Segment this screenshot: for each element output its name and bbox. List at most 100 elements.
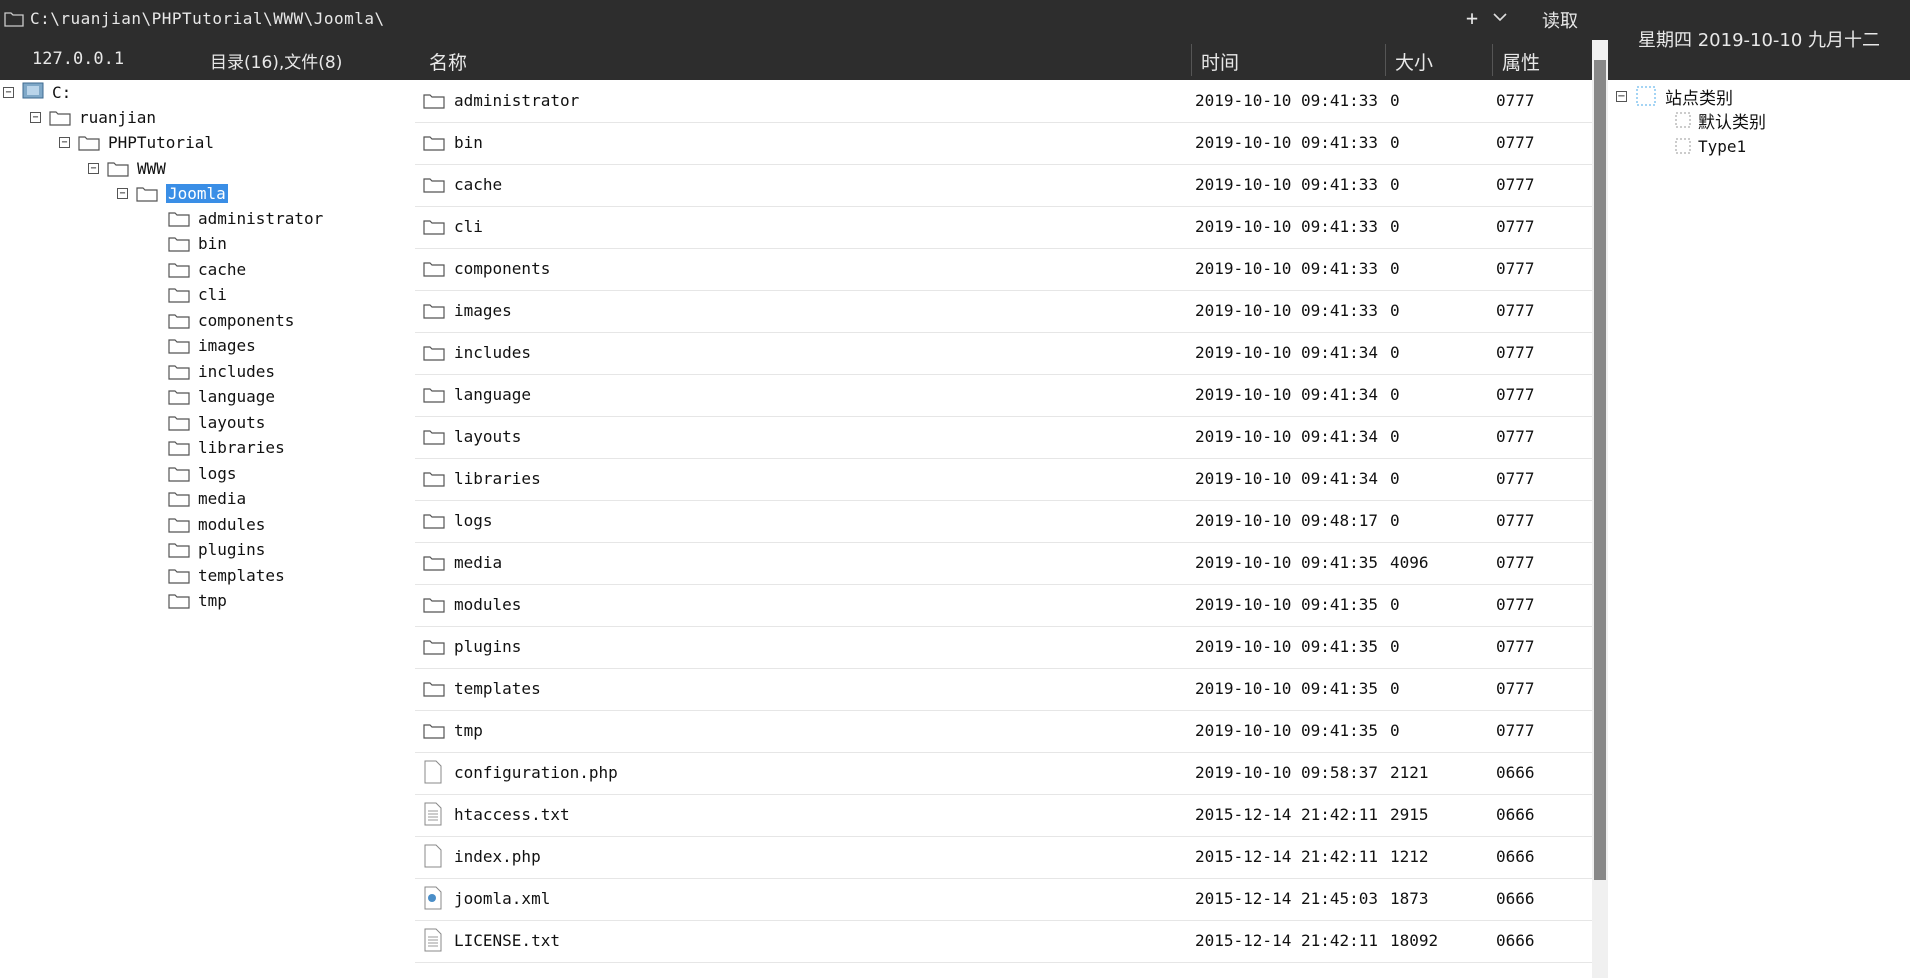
tree-node-layouts[interactable]: layouts [168,410,265,434]
tree-node-ruanjian[interactable]: − ruanjian [30,105,156,129]
tree-node-images[interactable]: images [168,334,256,358]
folder-icon [168,390,190,405]
file-row[interactable]: layouts 2019-10-10 09:41:34 0 0777 [415,416,1592,459]
file-row[interactable]: bin 2019-10-10 09:41:33 0 0777 [415,122,1592,165]
collapse-icon[interactable]: − [3,86,14,98]
site-tree-item[interactable]: Type1 [1674,134,1746,158]
file-size: 1873 [1390,889,1429,908]
file-attr: 0666 [1496,889,1535,908]
column-name[interactable]: 名称 [429,48,467,75]
host-address: 127.0.0.1 [32,49,125,69]
file-row[interactable]: index.php 2015-12-14 21:42:11 1212 0666 [415,836,1592,879]
file-row[interactable]: libraries 2019-10-10 09:41:34 0 0777 [415,458,1592,501]
file-row[interactable]: includes 2019-10-10 09:41:34 0 0777 [415,332,1592,375]
site-tree-root[interactable]: − 站点类别 [1616,84,1733,109]
folder-icon [168,364,190,380]
collapse-icon[interactable]: − [30,111,41,123]
column-divider[interactable] [1492,44,1493,76]
file-name: includes [454,343,532,362]
column-time[interactable]: 时间 [1201,48,1239,75]
chevron-down-icon[interactable] [1492,10,1508,24]
file-row[interactable]: language 2019-10-10 09:41:34 0 0777 [415,374,1592,417]
file-attr: 0777 [1496,301,1535,320]
tree-node-modules[interactable]: modules [168,512,265,536]
file-row[interactable]: media 2019-10-10 09:41:35 4096 0777 [415,542,1592,585]
tree-node-language[interactable]: language [168,385,275,409]
file-attr: 0777 [1496,385,1535,404]
tree-node-libraries[interactable]: libraries [168,436,285,460]
file-time: 2019-10-10 09:41:33 [1195,91,1379,110]
file-time: 2019-10-10 09:41:35 [1195,637,1379,656]
collapse-icon[interactable]: − [59,136,70,148]
file-row[interactable]: components 2019-10-10 09:41:33 0 0777 [415,248,1592,291]
tree-node-cache[interactable]: cache [168,257,246,281]
tree-node-cli[interactable]: cli [168,283,227,307]
file-time: 2019-10-10 09:41:34 [1195,469,1379,488]
tree-node-phptutorial[interactable]: − PHPTutorial [59,130,214,154]
tree-node-joomla[interactable]: − Joomla [117,181,228,205]
directory-tree: − C: − ruanjian − PHPTutorial − WWW − Jo… [0,80,416,978]
tree-node-label: logs [198,463,237,483]
column-divider[interactable] [1385,44,1386,76]
current-path[interactable]: C:\ruanjian\PHPTutorial\WWW\Joomla\ [30,9,385,28]
file-row[interactable]: htaccess.txt 2015-12-14 21:42:11 2915 0666 [415,794,1592,837]
tree-node-www[interactable]: − WWW [88,156,166,180]
file-row[interactable]: tmp 2019-10-10 09:41:35 0 0777 [415,710,1592,753]
tree-node-label: modules [198,514,266,534]
file-row[interactable]: plugins 2019-10-10 09:41:35 0 0777 [415,626,1592,669]
file-time: 2015-12-14 21:45:03 [1195,889,1379,908]
tree-node-media[interactable]: media [168,487,246,511]
collapse-icon[interactable]: − [1616,90,1627,102]
file-size: 2121 [1390,763,1429,782]
tree-node-drive[interactable]: − C: [3,80,71,104]
collapse-icon[interactable]: − [117,187,128,199]
column-size[interactable]: 大小 [1395,48,1433,75]
file-attr: 0666 [1496,805,1535,824]
folder-icon [168,543,190,558]
scrollbar[interactable] [1592,40,1608,978]
collapse-icon[interactable]: − [88,162,99,174]
file-attr: 0777 [1496,679,1535,698]
file-row[interactable]: templates 2019-10-10 09:41:35 0 0777 [415,668,1592,711]
add-button[interactable]: + [1466,6,1478,30]
tree-node-templates[interactable]: templates [168,563,285,587]
tree-node-components[interactable]: components [168,308,294,332]
file-attr: 0666 [1496,763,1535,782]
file-row[interactable]: cache 2019-10-10 09:41:33 0 0777 [415,164,1592,207]
file-time: 2019-10-10 09:41:35 [1195,721,1379,740]
file-row[interactable]: modules 2019-10-10 09:41:35 0 0777 [415,584,1592,627]
file-row[interactable]: administrator 2019-10-10 09:41:33 0 0777 [415,80,1592,123]
file-row[interactable]: images 2019-10-10 09:41:33 0 0777 [415,290,1592,333]
tree-node-bin[interactable]: bin [168,232,227,256]
file-name: logs [454,511,493,530]
tree-node-administrator[interactable]: administrator [168,206,323,230]
column-divider[interactable] [1191,44,1192,76]
text-file-icon [424,802,442,826]
file-size: 0 [1390,511,1400,530]
file-time: 2019-10-10 09:41:33 [1195,175,1379,194]
scrollbar-thumb[interactable] [1594,60,1606,880]
file-row[interactable]: cli 2019-10-10 09:41:33 0 0777 [415,206,1592,249]
file-row[interactable]: configuration.php 2019-10-10 09:58:37 2121… [415,752,1592,795]
site-tree-item[interactable]: 默认类别 [1674,108,1766,133]
tree-node-label: cache [198,259,247,279]
text-file-icon [424,928,442,952]
file-row[interactable]: LICENSE.txt 2015-12-14 21:42:11 18092 0666 [415,920,1592,963]
file-name: media [454,553,503,572]
folder-icon [423,94,445,109]
read-button[interactable]: 读取 [1542,7,1578,33]
column-attr[interactable]: 属性 [1502,48,1540,75]
file-size: 0 [1390,385,1400,404]
folder-icon [423,136,445,151]
tree-node-tmp[interactable]: tmp [168,589,227,613]
list-header: 名称 时间 大小 属性 [415,40,1608,80]
folder-icon [423,304,445,319]
file-row[interactable]: logs 2019-10-10 09:48:17 0 0777 [415,500,1592,543]
tree-node-includes[interactable]: includes [168,359,275,383]
file-row[interactable]: joomla.xml 2015-12-14 21:45:03 1873 0666 [415,878,1592,921]
tree-node-label: media [198,489,247,508]
date-display: 星期四 2019-10-10 九月十二 [1638,30,1881,51]
tree-node-plugins[interactable]: plugins [168,538,265,562]
file-size: 0 [1390,91,1400,110]
tree-node-logs[interactable]: logs [168,461,237,485]
